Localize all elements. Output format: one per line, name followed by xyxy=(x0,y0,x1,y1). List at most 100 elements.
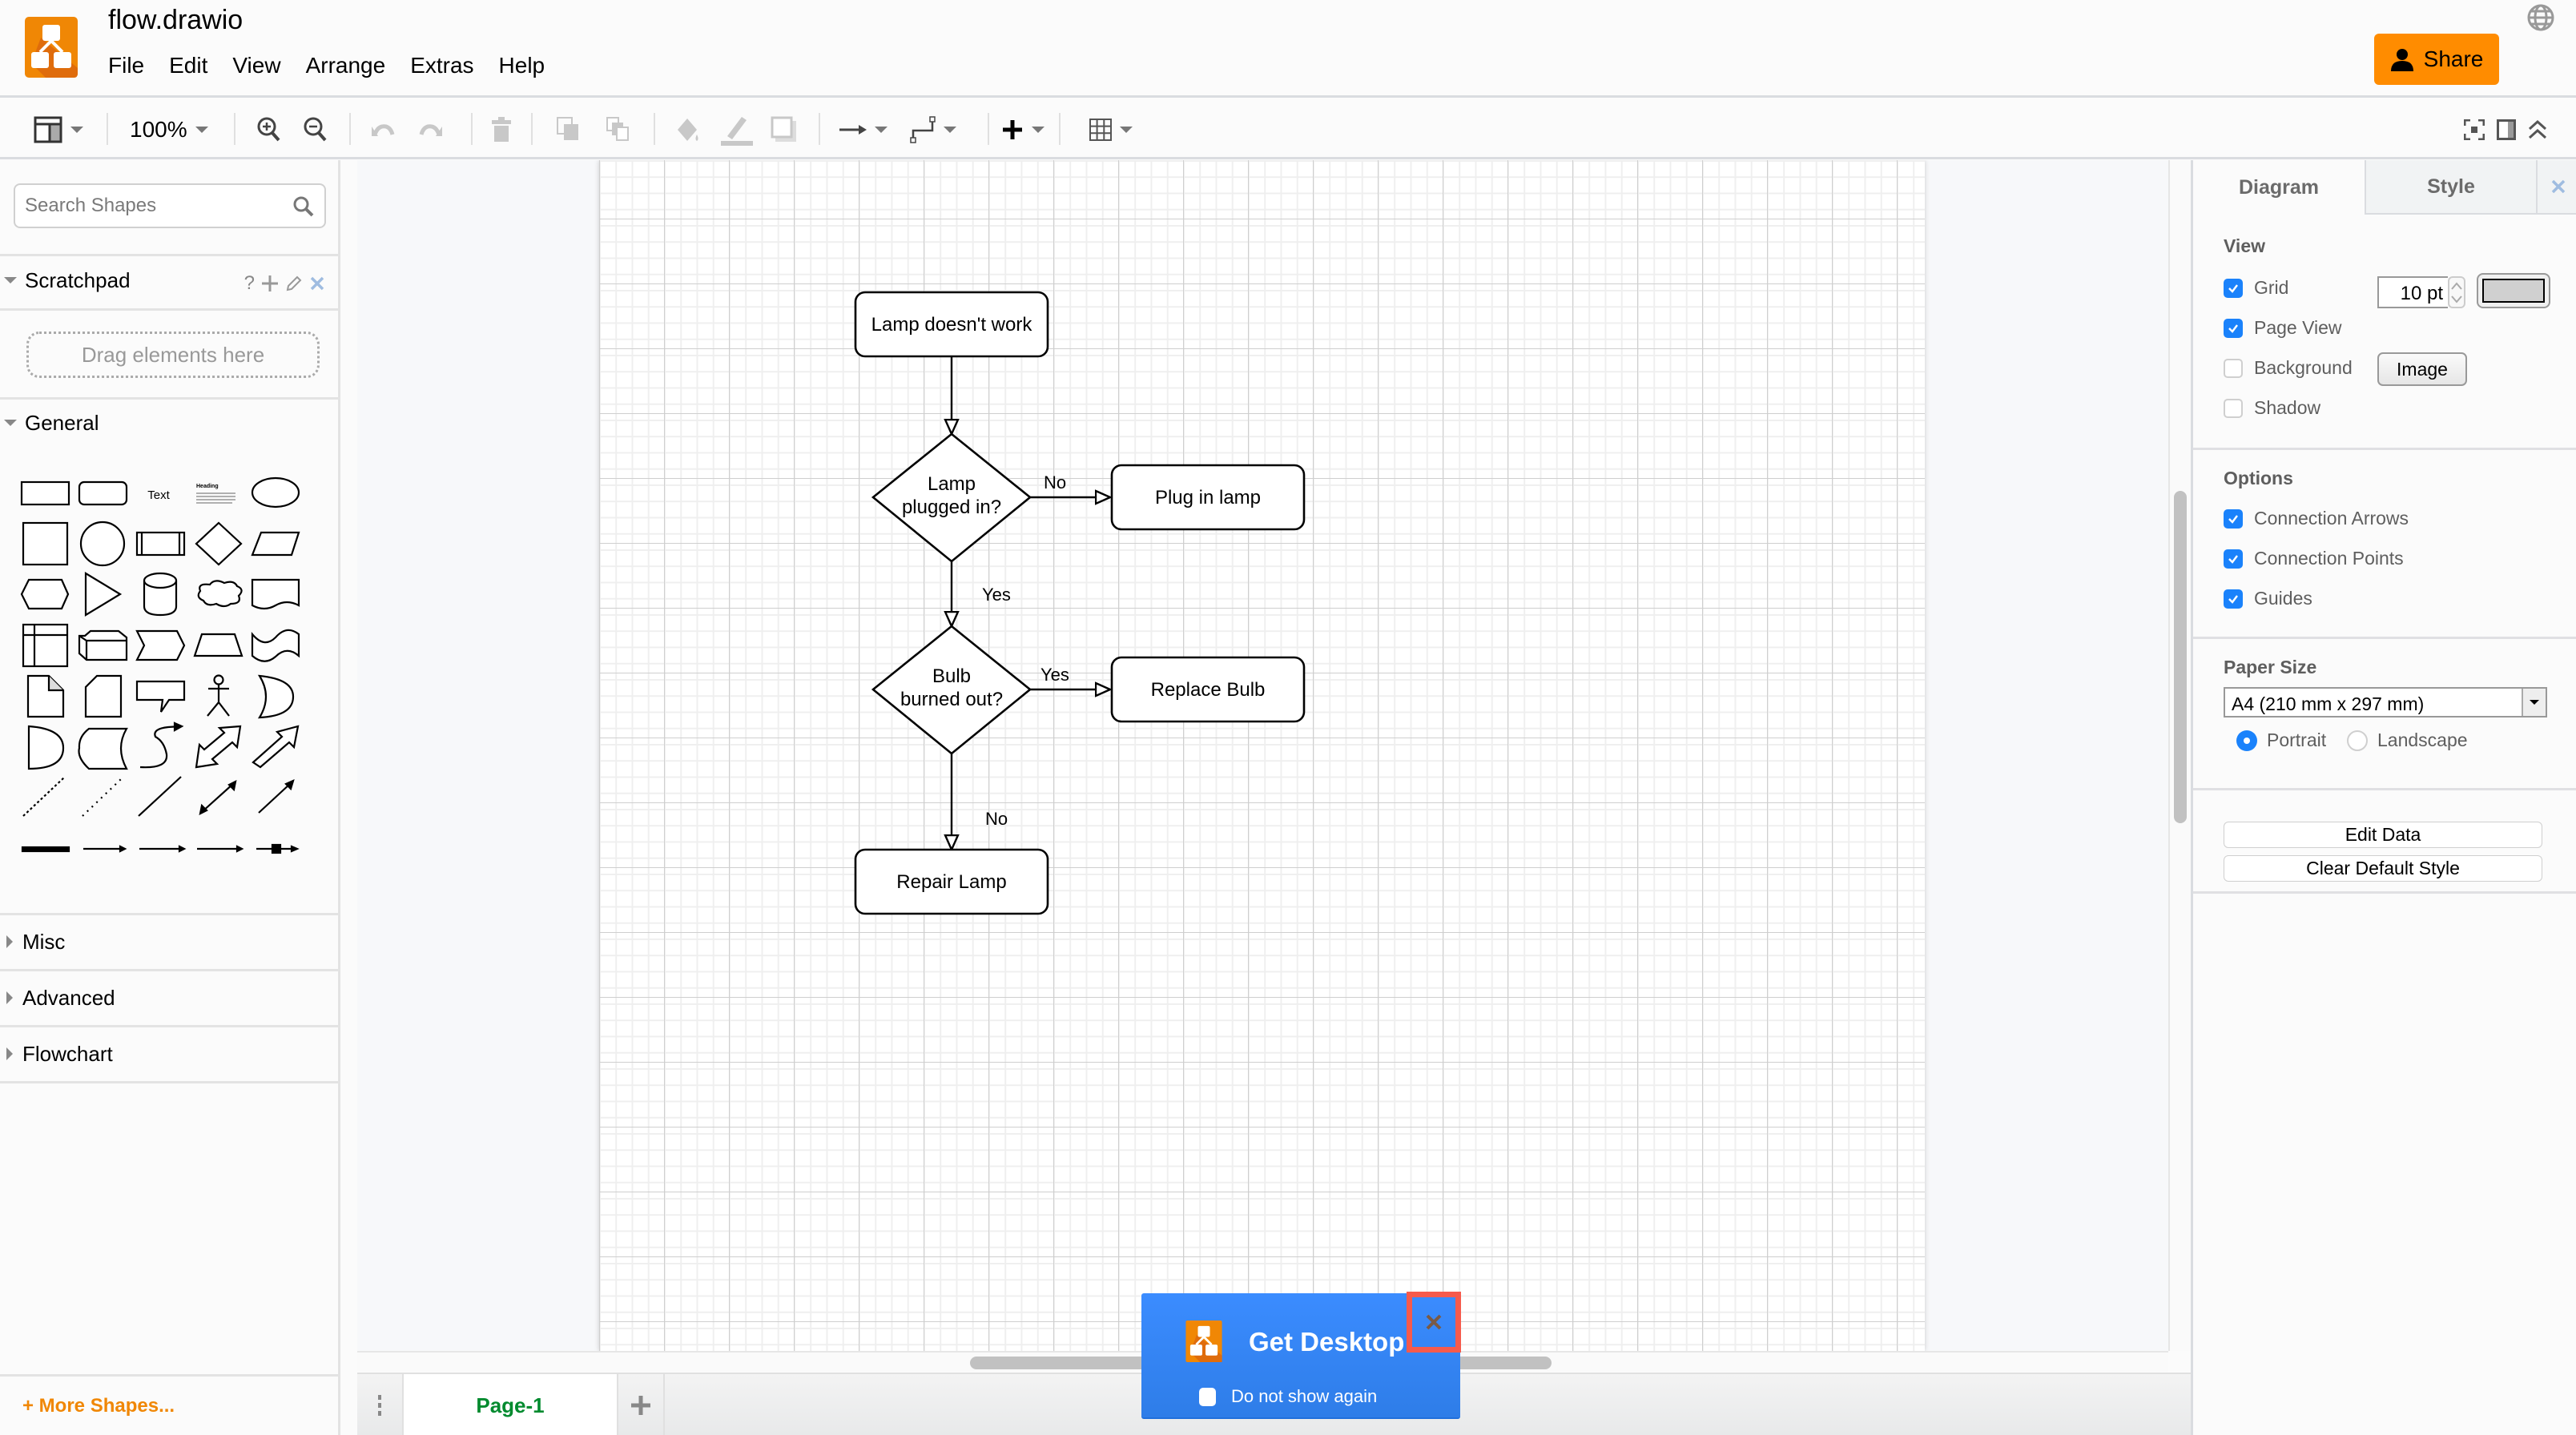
shape-rectangle[interactable] xyxy=(20,480,70,506)
to-back-button[interactable] xyxy=(606,100,633,159)
grid-checkbox[interactable] xyxy=(2224,278,2243,298)
shadow-checkbox[interactable] xyxy=(2224,398,2243,418)
shape-connector-with-3-labels[interactable] xyxy=(197,845,244,853)
tab-style[interactable]: Style xyxy=(2365,160,2536,215)
shape-tape[interactable] xyxy=(251,629,300,662)
shape-cloud[interactable] xyxy=(197,580,243,608)
search-shapes-field[interactable] xyxy=(14,183,326,228)
node-repair-lamp[interactable]: Repair Lamp xyxy=(854,848,1049,915)
page-view-checkbox[interactable] xyxy=(2224,318,2243,338)
portrait-option[interactable]: Portrait xyxy=(2236,730,2326,751)
diagram-canvas[interactable]: No Yes Yes No Lamp doesn't work Lamp plu… xyxy=(357,160,2168,1351)
scratchpad-drop-zone[interactable]: Drag elements here xyxy=(26,332,320,378)
shape-cube[interactable] xyxy=(78,629,128,661)
shape-square[interactable] xyxy=(22,521,69,566)
menu-edit[interactable]: Edit xyxy=(169,53,207,78)
tab-diagram[interactable]: Diagram xyxy=(2193,160,2365,215)
connection-arrows-checkbox[interactable] xyxy=(2224,508,2243,529)
vertical-scrollbar-thumb[interactable] xyxy=(2174,491,2187,823)
shape-triangle[interactable] xyxy=(84,572,123,617)
connection-points-checkbox[interactable] xyxy=(2224,549,2243,569)
more-shapes-button[interactable]: + More Shapes... xyxy=(0,1374,338,1435)
node-plug-in-lamp[interactable]: Plug in lamp xyxy=(1110,464,1306,531)
shape-directional-connector[interactable] xyxy=(258,779,295,814)
shape-arrow[interactable] xyxy=(252,725,300,769)
close-icon[interactable] xyxy=(309,275,325,291)
general-section-header[interactable]: General xyxy=(0,400,338,446)
shape-dotted-line[interactable] xyxy=(82,778,122,817)
guides-option[interactable]: Guides xyxy=(2224,588,2312,609)
misc-section-header[interactable]: Misc xyxy=(0,915,338,968)
edge-label[interactable]: No xyxy=(985,809,1008,829)
shape-circle[interactable] xyxy=(79,521,126,567)
menu-file[interactable]: File xyxy=(108,53,144,78)
shape-connector-with-label[interactable] xyxy=(83,845,127,853)
node-lamp-plugged-in[interactable]: Lamp plugged in? xyxy=(871,432,1032,563)
shape-parallelogram[interactable] xyxy=(251,531,300,557)
file-title[interactable]: flow.drawio xyxy=(108,5,243,36)
portrait-radio[interactable] xyxy=(2236,730,2257,751)
background-image-button[interactable]: Image xyxy=(2377,352,2467,386)
zoom-out-button[interactable] xyxy=(303,100,328,159)
delete-button[interactable] xyxy=(490,100,513,159)
shape-connector-with-symbol[interactable] xyxy=(256,843,300,854)
guides-checkbox[interactable] xyxy=(2224,589,2243,609)
edge-label[interactable]: Yes xyxy=(1040,665,1069,685)
diagram-page[interactable]: No Yes Yes No Lamp doesn't work Lamp plu… xyxy=(599,160,1925,1351)
toggle-format-panel-button[interactable] xyxy=(2497,100,2516,159)
shape-document[interactable] xyxy=(251,578,300,610)
shape-or[interactable] xyxy=(257,674,295,719)
popup-title[interactable]: Get Desktop xyxy=(1249,1327,1404,1357)
pages-menu-button[interactable] xyxy=(357,1374,402,1435)
shape-card[interactable] xyxy=(84,674,123,718)
zoom-dropdown[interactable]: 100% xyxy=(130,100,208,159)
format-panel-toggle-button[interactable] xyxy=(34,100,83,159)
shape-hexagon[interactable] xyxy=(20,578,70,610)
collapse-header-button[interactable] xyxy=(2528,100,2547,159)
menu-view[interactable]: View xyxy=(232,53,280,78)
shape-note[interactable] xyxy=(26,674,65,718)
edge-label[interactable]: No xyxy=(1044,472,1066,492)
background-option[interactable]: Background xyxy=(2224,357,2353,379)
menu-help[interactable]: Help xyxy=(499,53,545,78)
connection-style-dropdown[interactable] xyxy=(839,100,888,159)
connection-points-option[interactable]: Connection Points xyxy=(2224,548,2404,569)
zoom-in-button[interactable] xyxy=(256,100,282,159)
plus-icon[interactable] xyxy=(261,275,279,292)
shadow-button[interactable] xyxy=(771,100,798,159)
close-popup-button[interactable] xyxy=(1407,1292,1461,1353)
grid-color-swatch[interactable] xyxy=(2477,273,2550,308)
search-icon[interactable] xyxy=(292,195,315,218)
grid-size-input[interactable]: 10 pt xyxy=(2377,276,2448,308)
landscape-option[interactable]: Landscape xyxy=(2347,730,2468,751)
shape-bidirectional-connector[interactable] xyxy=(199,780,237,815)
connection-arrows-option[interactable]: Connection Arrows xyxy=(2224,508,2409,529)
edge-label[interactable]: Yes xyxy=(982,585,1011,605)
shape-actor[interactable] xyxy=(207,674,230,717)
shape-step[interactable] xyxy=(135,629,186,661)
table-dropdown[interactable] xyxy=(1089,100,1133,159)
shape-connector-with-2-labels[interactable] xyxy=(139,845,187,853)
node-lamp-doesnt-work[interactable]: Lamp doesn't work xyxy=(854,291,1049,358)
shape-line[interactable] xyxy=(138,776,182,817)
globe-icon[interactable] xyxy=(2526,3,2555,32)
shape-textbox[interactable]: Heading xyxy=(196,484,235,504)
shape-link[interactable] xyxy=(21,846,70,853)
shape-trapezoid[interactable] xyxy=(193,633,244,657)
page-tab[interactable]: Page-1 xyxy=(402,1374,618,1435)
pencil-icon[interactable] xyxy=(285,275,303,292)
shape-rounded-rectangle[interactable] xyxy=(78,480,128,506)
shape-process[interactable] xyxy=(135,531,186,557)
paper-size-select[interactable]: A4 (210 mm x 297 mm) xyxy=(2224,687,2547,718)
advanced-section-header[interactable]: Advanced xyxy=(0,971,338,1024)
do-not-show-again-checkbox[interactable] xyxy=(1199,1388,1216,1406)
shape-bidirectional-arrow[interactable] xyxy=(195,725,242,769)
shape-and[interactable] xyxy=(27,725,65,770)
menu-arrange[interactable]: Arrange xyxy=(306,53,386,78)
line-color-button[interactable] xyxy=(721,100,753,159)
shape-internal-storage[interactable] xyxy=(22,623,69,668)
to-front-button[interactable] xyxy=(556,100,583,159)
shape-dashed-line[interactable] xyxy=(22,777,65,817)
fullscreen-button[interactable] xyxy=(2464,100,2485,159)
shape-ellipse[interactable] xyxy=(251,476,300,508)
